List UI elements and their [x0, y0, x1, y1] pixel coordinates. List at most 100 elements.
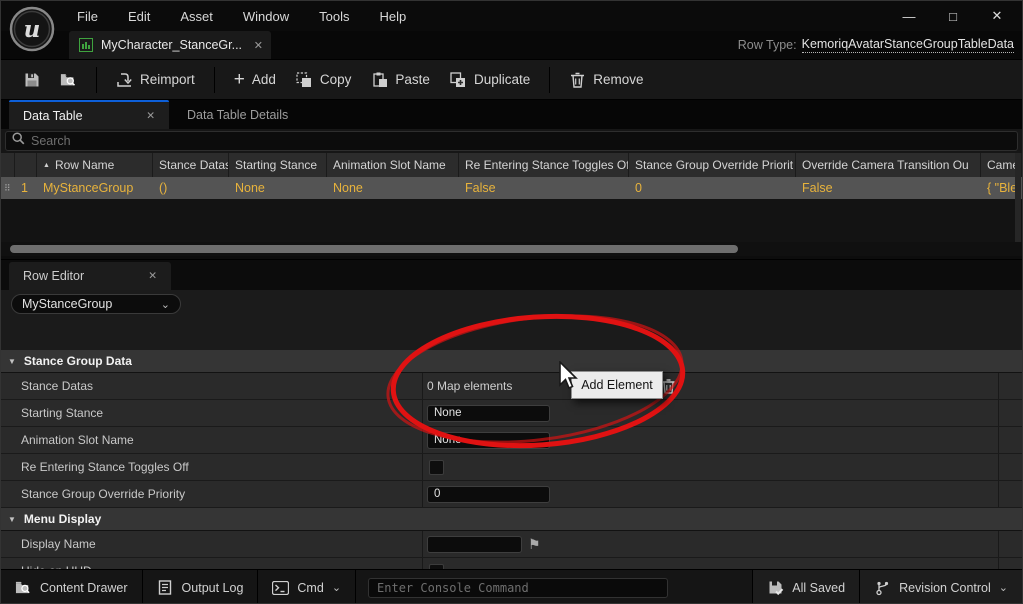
menu-edit[interactable]: Edit	[116, 5, 162, 28]
toolbar-separator	[214, 67, 215, 93]
header-handle-col	[1, 153, 15, 177]
column-re-entering[interactable]: Re Entering Stance Toggles Of	[459, 153, 629, 177]
window-controls: — □ ✕	[892, 1, 1014, 31]
display-name-label: Display Name	[1, 531, 423, 557]
cell-stance-datas[interactable]: ()	[153, 177, 229, 199]
svg-text:u: u	[24, 16, 41, 43]
column-stance-datas[interactable]: Stance Datas	[153, 153, 229, 177]
reimport-button[interactable]: Reimport	[106, 65, 205, 94]
display-name-input[interactable]	[427, 536, 522, 553]
cmd-dropdown[interactable]: Cmd ⌄	[258, 570, 356, 604]
copy-icon	[296, 71, 313, 88]
property-row-stance-datas: Stance Datas 0 Map elements +	[1, 373, 1022, 400]
cmd-label: Cmd	[297, 581, 323, 595]
status-bar-right: All Saved Revision Control ⌄	[752, 570, 1022, 604]
horizontal-scrollbar-thumb[interactable]	[10, 245, 738, 253]
section-stance-group-data[interactable]: ▼ Stance Group Data	[1, 350, 1022, 373]
remove-label: Remove	[593, 72, 643, 87]
console-command-input[interactable]	[368, 578, 668, 598]
menu-asset[interactable]: Asset	[168, 5, 225, 28]
menu-tools[interactable]: Tools	[307, 5, 361, 28]
row-editor-tab-close-icon[interactable]: ✕	[148, 270, 157, 282]
column-animation-slot-name[interactable]: Animation Slot Name	[327, 153, 459, 177]
minimize-button[interactable]: —	[892, 3, 926, 29]
tooltip: Add Element	[571, 371, 663, 399]
add-button[interactable]: + Add	[224, 66, 286, 93]
asset-tab-close-icon[interactable]: ✕	[254, 39, 263, 52]
paste-button[interactable]: Paste	[361, 65, 440, 94]
reimport-label: Reimport	[140, 72, 195, 87]
remove-button[interactable]: Remove	[559, 65, 653, 94]
menu-file[interactable]: File	[65, 5, 110, 28]
search-input[interactable]	[31, 134, 1011, 148]
row-end-spacer	[998, 481, 1022, 507]
cell-starting-stance[interactable]: None	[229, 177, 327, 199]
section-menu-display[interactable]: ▼ Menu Display	[1, 508, 1022, 531]
title-bar: File Edit Asset Window Tools Help — □ ✕	[1, 1, 1022, 31]
row-type-link[interactable]: KemoriqAvatarStanceGroupTableData	[802, 37, 1014, 53]
all-saved-button[interactable]: All Saved	[752, 570, 859, 604]
row-number: 1	[15, 177, 37, 199]
search-bar[interactable]	[5, 131, 1018, 151]
save-button[interactable]	[13, 65, 50, 94]
row-end-spacer	[998, 373, 1022, 399]
output-log-label: Output Log	[182, 581, 244, 595]
asset-tab-bar: MyCharacter_StanceGr... ✕ Row Type: Kemo…	[1, 31, 1022, 59]
content-drawer-button[interactable]: Content Drawer	[1, 570, 143, 604]
browse-button[interactable]	[50, 65, 87, 94]
starting-stance-input[interactable]	[427, 405, 550, 422]
vertical-scrollbar[interactable]	[1015, 153, 1021, 242]
column-row-name[interactable]: ▲ Row Name	[37, 153, 153, 177]
chevron-down-icon: ⌄	[332, 581, 341, 594]
animation-slot-name-input[interactable]	[427, 432, 550, 449]
output-log-button[interactable]: Output Log	[143, 570, 259, 604]
trash-icon	[569, 71, 586, 88]
menu-window[interactable]: Window	[231, 5, 301, 28]
asset-tab[interactable]: MyCharacter_StanceGr... ✕	[69, 31, 271, 59]
table-row[interactable]: ⠿ 1 MyStanceGroup () None None False 0 F…	[1, 177, 1022, 199]
stance-datas-label: Stance Datas	[1, 373, 423, 399]
menu-bar: File Edit Asset Window Tools Help	[65, 5, 418, 28]
row-end-spacer	[998, 400, 1022, 426]
cell-override-priority[interactable]: 0	[629, 177, 796, 199]
asset-tab-label: MyCharacter_StanceGr...	[101, 38, 242, 52]
column-override-priority[interactable]: Stance Group Override Priorit	[629, 153, 796, 177]
map-elements-count: 0 Map elements	[427, 379, 512, 393]
override-priority-input[interactable]	[427, 486, 550, 503]
re-entering-checkbox[interactable]	[429, 460, 444, 475]
column-override-camera[interactable]: Override Camera Transition Ou	[796, 153, 981, 177]
localization-flag-icon[interactable]: ⚑	[528, 536, 541, 553]
tab-close-icon[interactable]: ✕	[146, 110, 155, 122]
clear-map-button[interactable]	[662, 379, 675, 394]
copy-label: Copy	[320, 72, 352, 87]
menu-help[interactable]: Help	[367, 5, 418, 28]
duplicate-icon	[450, 71, 467, 88]
add-label: Add	[252, 72, 276, 87]
cell-re-entering[interactable]: False	[459, 177, 629, 199]
cell-override-camera[interactable]: False	[796, 177, 981, 199]
cell-animation-slot-name[interactable]: None	[327, 177, 459, 199]
chevron-down-icon: ⌄	[999, 581, 1008, 594]
all-saved-label: All Saved	[792, 581, 845, 595]
section-title: Menu Display	[24, 512, 101, 526]
tab-data-table[interactable]: Data Table ✕	[9, 100, 169, 129]
row-selector-dropdown[interactable]: MyStanceGroup ⌄	[11, 294, 181, 314]
tab-data-table-details[interactable]: Data Table Details	[173, 100, 323, 129]
property-row-starting-stance: Starting Stance	[1, 400, 1022, 427]
close-button[interactable]: ✕	[980, 3, 1014, 29]
content-drawer-label: Content Drawer	[40, 581, 128, 595]
table-header: ▲ Row Name Stance Datas Starting Stance …	[1, 153, 1022, 177]
duplicate-button[interactable]: Duplicate	[440, 65, 540, 94]
row-editor-panel: Row Editor ✕ MyStanceGroup ⌄ ▼ Stance Gr…	[1, 259, 1022, 561]
data-table-panel: ▲ Row Name Stance Datas Starting Stance …	[1, 129, 1022, 256]
revision-control-button[interactable]: Revision Control ⌄	[859, 570, 1022, 604]
main-toolbar: Reimport + Add Copy Pa	[1, 59, 1022, 100]
column-starting-stance[interactable]: Starting Stance	[229, 153, 327, 177]
tooltip-text: Add Element	[581, 378, 653, 392]
duplicate-label: Duplicate	[474, 72, 530, 87]
row-drag-handle[interactable]: ⠿	[1, 177, 15, 199]
cell-row-name[interactable]: MyStanceGroup	[37, 177, 153, 199]
maximize-button[interactable]: □	[936, 3, 970, 29]
tab-row-editor[interactable]: Row Editor ✕	[9, 262, 171, 290]
copy-button[interactable]: Copy	[286, 65, 362, 94]
